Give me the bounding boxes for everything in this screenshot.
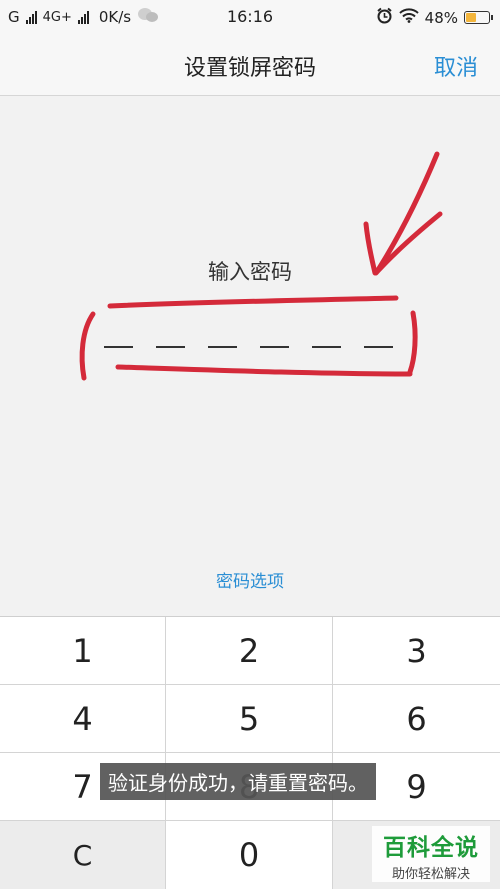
annotation-box-right [407,310,418,375]
annotation-box-bottom [115,364,413,377]
toast-message: 验证身份成功，请重置密码。 [100,763,376,800]
nav-bar: 设置锁屏密码 取消 [0,34,500,96]
key-2[interactable]: 2 [166,617,333,685]
pin-slot [312,346,341,348]
pin-input[interactable] [104,330,404,360]
key-4[interactable]: 4 [0,685,166,753]
annotation-box-top [107,295,399,309]
password-prompt: 输入密码 [208,260,292,284]
key-6[interactable]: 6 [333,685,500,753]
key-1[interactable]: 1 [0,617,166,685]
watermark-main: 百科全说 [383,835,479,861]
watermark-logo: 百科全说 助你轻松解决 [372,826,490,882]
status-right: 48% [376,7,493,28]
annotation-box-left [79,311,96,381]
pin-slot [260,346,289,348]
password-options-link[interactable]: 密码选项 [0,567,500,592]
battery-fill [466,13,476,22]
key-3[interactable]: 3 [333,617,500,685]
pin-slot [208,346,237,348]
key-0[interactable]: 0 [166,821,333,889]
wifi-icon [398,8,419,27]
watermark-sub: 助你轻松解决 [391,867,470,882]
page-title: 设置锁屏密码 [183,56,316,81]
key-clear[interactable]: C [0,821,166,889]
alarm-icon [376,7,393,28]
pin-slot [156,346,185,348]
annotation-arrow-shaft [375,151,440,273]
status-bar: G 4G+ 0K/s 16:16 48% [0,0,500,34]
pin-slot [364,346,393,348]
key-5[interactable]: 5 [166,685,333,753]
cancel-button[interactable]: 取消 [434,50,478,82]
battery-icon [464,11,493,24]
pin-slot [104,346,133,348]
battery-percent: 48% [424,8,458,27]
